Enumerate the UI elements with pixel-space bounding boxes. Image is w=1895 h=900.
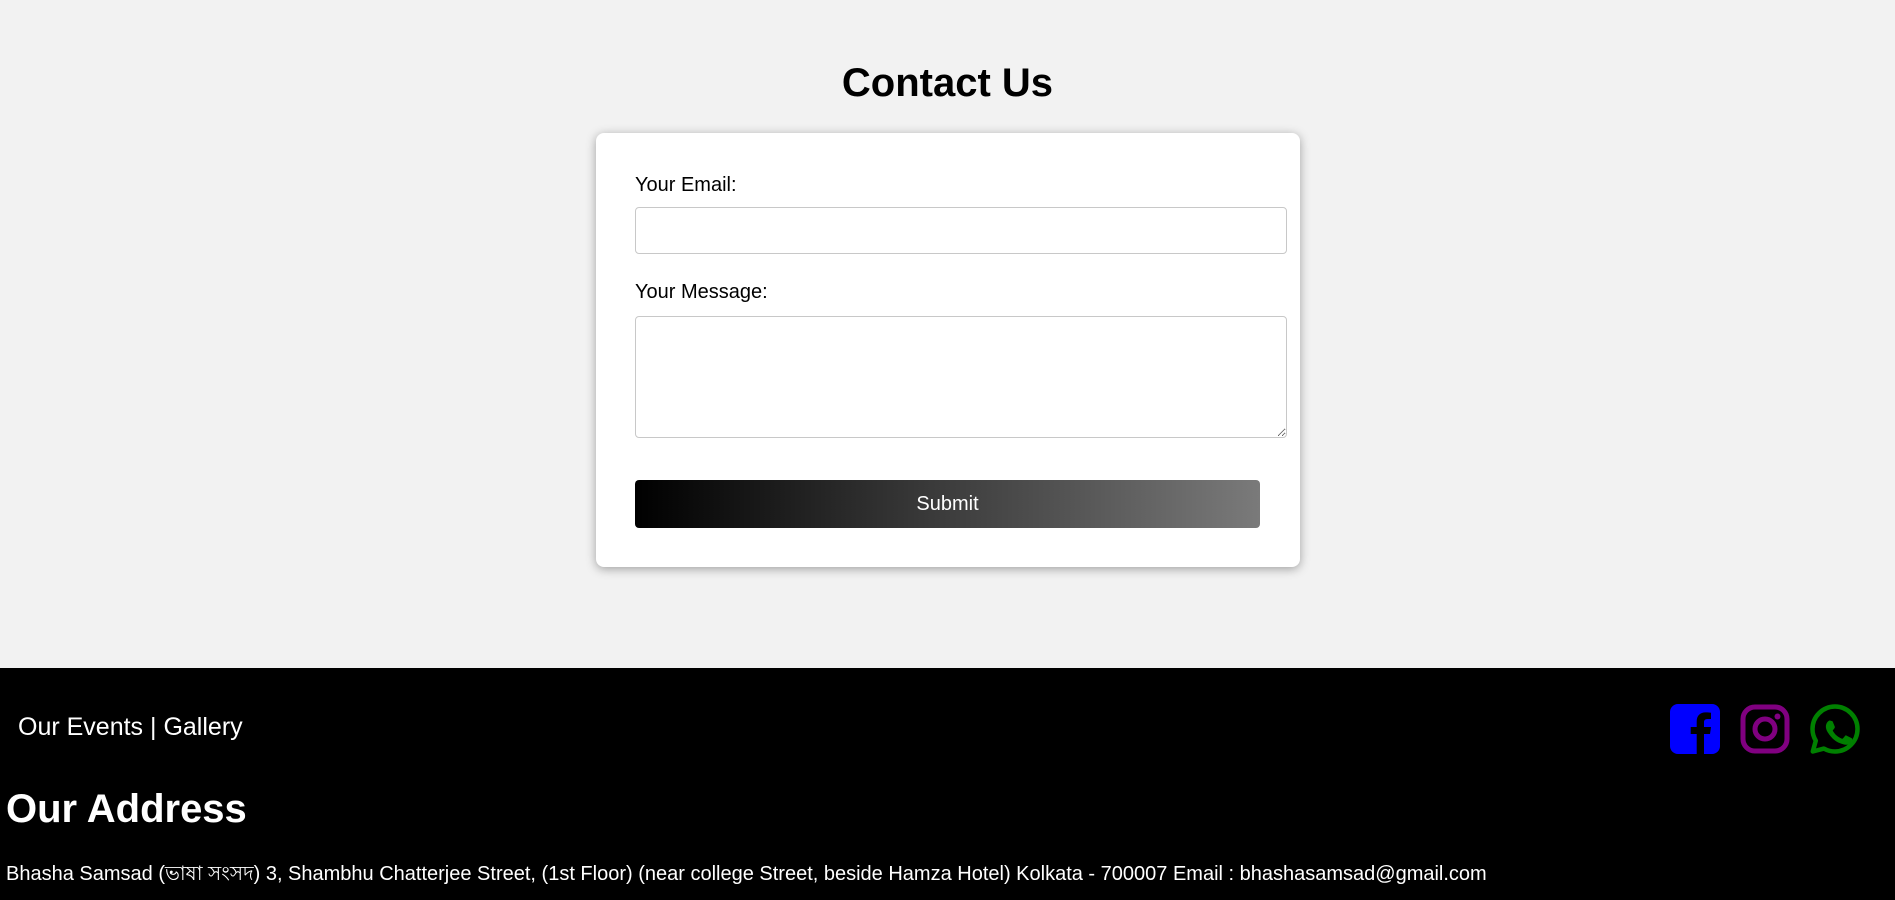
footer-links: Our Events | Gallery	[18, 712, 243, 742]
email-field[interactable]	[635, 207, 1287, 254]
facebook-link[interactable]	[1669, 703, 1721, 755]
facebook-icon	[1670, 704, 1720, 754]
message-label: Your Message:	[635, 281, 768, 303]
footer-link-our-events[interactable]: Our Events	[18, 713, 143, 741]
submit-button[interactable]: Submit	[635, 480, 1260, 528]
message-field[interactable]	[635, 316, 1287, 438]
whatsapp-icon	[1810, 704, 1860, 754]
main-content: Contact Us Your Email: Your Message: Sub…	[0, 0, 1895, 668]
address-title: Our Address	[6, 787, 247, 831]
footer-link-gallery[interactable]: Gallery	[163, 713, 242, 741]
footer: Our Events | Gallery Our Address Bhasha …	[0, 668, 1895, 900]
footer-link-separator: |	[143, 713, 164, 741]
email-label: Your Email:	[635, 174, 737, 196]
page-title: Contact Us	[841, 61, 1054, 105]
social-links	[1669, 703, 1861, 755]
address-text: Bhasha Samsad (ভাষা সংসদ) 3, Shambhu Cha…	[6, 863, 1487, 885]
contact-form: Your Email: Your Message: Submit	[596, 133, 1300, 567]
instagram-icon	[1740, 704, 1790, 754]
whatsapp-link[interactable]	[1809, 703, 1861, 755]
instagram-link[interactable]	[1739, 703, 1791, 755]
